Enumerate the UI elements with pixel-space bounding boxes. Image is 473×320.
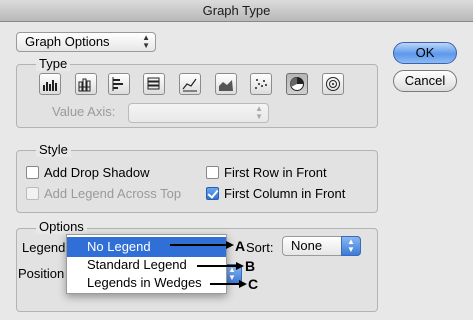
callout-letter-a: A [235, 238, 246, 254]
callout-arrowhead-c [239, 280, 247, 288]
window-title: Graph Type [0, 0, 473, 22]
callout-letter-b: B [245, 258, 256, 274]
callout-arrowhead-b [236, 262, 244, 270]
callout-letter-c: C [248, 276, 259, 292]
callout-arrows [170, 241, 247, 288]
graph-type-dialog: Graph Options ▲ ▼ Type Value Axis: ▲ ▼ Sty… [0, 22, 473, 320]
callout-arrowhead-a [226, 241, 234, 249]
